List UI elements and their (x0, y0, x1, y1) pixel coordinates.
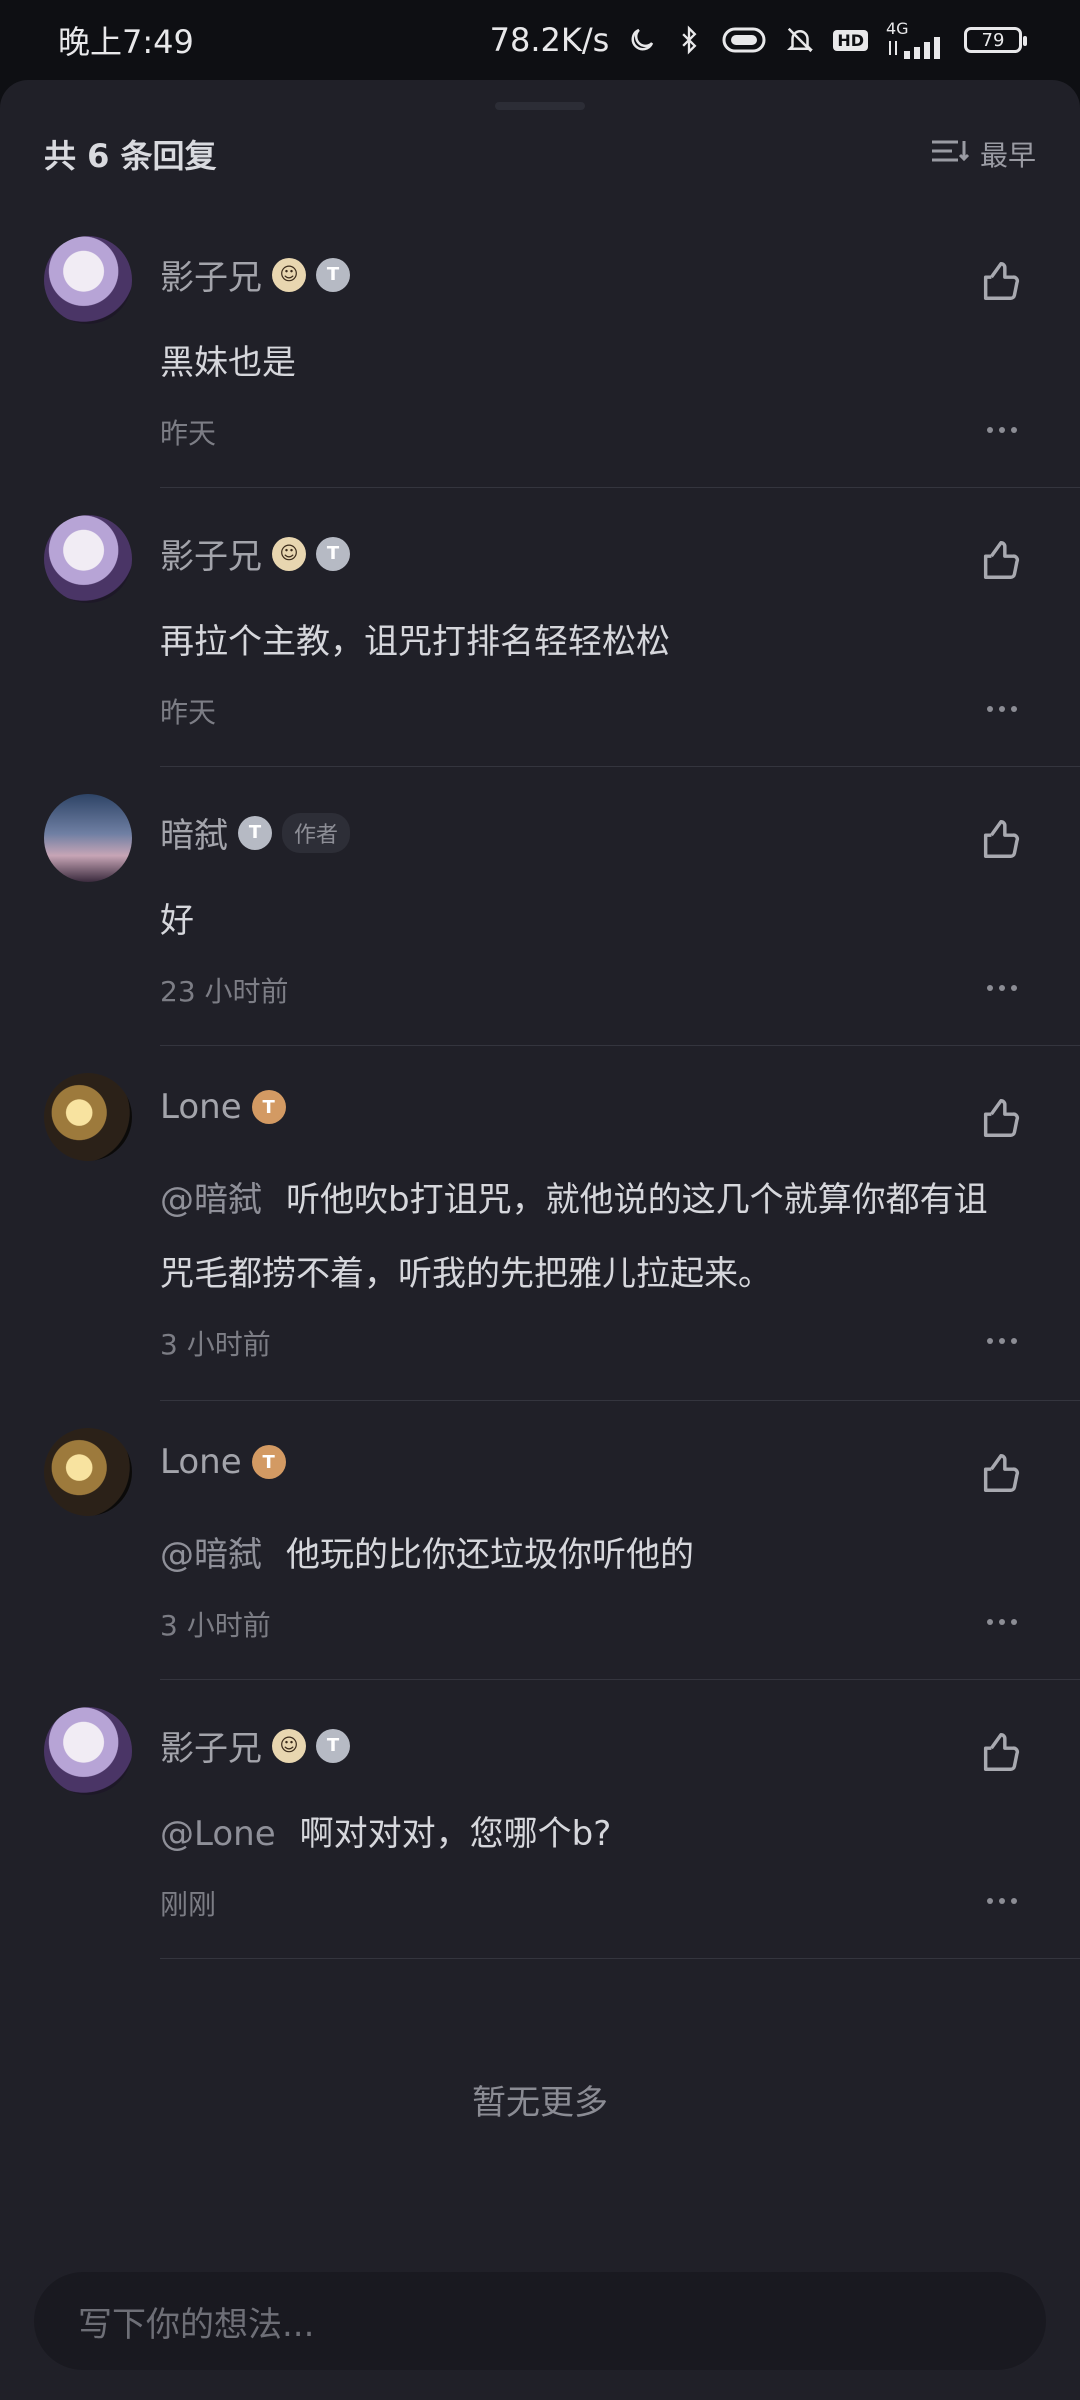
mention-link[interactable]: @Lone (160, 1814, 276, 1854)
comment-text: 再拉个主教，诅咒打排名轻轻松松 (160, 622, 670, 662)
sort-button[interactable]: 最早 (930, 134, 1036, 174)
level-badge-icon: T (316, 536, 350, 571)
comment-username[interactable]: 影子兄 ☺ T (160, 250, 350, 299)
like-icon[interactable] (978, 537, 1024, 583)
more-icon[interactable] (982, 1331, 1022, 1351)
avatar[interactable] (44, 794, 132, 882)
more-icon[interactable] (982, 1891, 1022, 1911)
username-label: 影子兄 (160, 258, 262, 298)
status-bar: 晚上7:49 78.2K/s HD 4G 79 (0, 0, 1080, 80)
comment-username[interactable]: Lone T (160, 1442, 286, 1482)
comment-text: @暗弑 听他吹b打诅咒，就他说的这几个就算你都有诅咒毛都捞不着，听我的先把雅儿拉起… (160, 1180, 988, 1294)
reply-count: 共 6 条回复 (44, 137, 217, 175)
divider (160, 1400, 1080, 1401)
hd-badge: HD (833, 29, 868, 51)
sort-label: 最早 (979, 139, 1036, 172)
comment-time: 23 小时前 (160, 975, 289, 1008)
like-icon[interactable] (978, 1450, 1024, 1496)
vibrate-icon (721, 26, 767, 54)
comment-time: 3 小时前 (160, 1328, 271, 1361)
bell-off-icon (785, 25, 815, 55)
avatar[interactable] (44, 236, 132, 324)
mascot-badge-icon: ☺ (272, 257, 306, 292)
like-icon[interactable] (978, 258, 1024, 304)
signal-label: 4G (886, 19, 909, 38)
level-badge-icon: T (316, 1728, 350, 1763)
comment-username[interactable]: 暗弑 T 作者 (160, 808, 351, 857)
status-time: 晚上7:49 (58, 23, 194, 61)
username-label: 影子兄 (160, 1729, 262, 1769)
comment-text: 好 (160, 901, 194, 941)
network-speed: 78.2K/s (489, 21, 610, 59)
comment-text: @Lone 啊对对对，您哪个b? (160, 1814, 612, 1854)
comment-time: 刚刚 (160, 1888, 217, 1921)
level-badge-icon: T (251, 1445, 286, 1479)
username-label: Lone (160, 1087, 242, 1127)
level-badge-icon: T (316, 257, 350, 292)
username-label: 影子兄 (160, 537, 262, 577)
divider (160, 1045, 1080, 1046)
level-badge-icon: T (251, 1090, 286, 1124)
more-icon[interactable] (982, 699, 1022, 719)
avatar[interactable] (44, 1428, 132, 1516)
more-icon[interactable] (982, 978, 1022, 998)
username-label: 暗弑 (160, 816, 228, 856)
mention-link[interactable]: @暗弑 (160, 1180, 262, 1220)
comment-text: 黑妹也是 (160, 343, 296, 383)
author-tag: 作者 (282, 812, 351, 853)
comment-input[interactable]: 写下你的想法... (34, 2272, 1046, 2370)
level-badge-icon: T (238, 815, 272, 850)
comment-username[interactable]: 影子兄 ☺ T (160, 529, 350, 578)
comment-time: 昨天 (160, 696, 217, 729)
avatar[interactable] (44, 515, 132, 603)
comment-time: 3 小时前 (160, 1609, 271, 1642)
more-icon[interactable] (982, 420, 1022, 440)
comment-time: 昨天 (160, 417, 217, 450)
input-placeholder: 写下你的想法... (78, 2304, 315, 2345)
divider (160, 1679, 1080, 1680)
signal-icon: 4G (886, 21, 946, 59)
drag-handle[interactable] (495, 102, 585, 110)
bluetooth-icon (675, 24, 703, 56)
comment-text: @暗弑 他玩的比你还垃圾你听他的 (160, 1535, 694, 1575)
divider (160, 487, 1080, 488)
like-icon[interactable] (978, 1095, 1024, 1141)
comment-username[interactable]: Lone T (160, 1087, 286, 1127)
more-icon[interactable] (982, 1612, 1022, 1632)
divider (160, 1958, 1080, 1959)
avatar[interactable] (44, 1707, 132, 1795)
divider (160, 766, 1080, 767)
moon-icon (627, 25, 657, 55)
replies-header: 共 6 条回复 最早 (44, 124, 1036, 184)
mention-link[interactable]: @暗弑 (160, 1535, 262, 1575)
like-icon[interactable] (978, 816, 1024, 862)
sort-icon (930, 137, 970, 172)
username-label: Lone (160, 1442, 242, 1482)
avatar[interactable] (44, 1073, 132, 1161)
battery-indicator: 79 (964, 27, 1027, 53)
mascot-badge-icon: ☺ (272, 536, 306, 571)
mascot-badge-icon: ☺ (272, 1728, 306, 1763)
no-more-text: 暂无更多 (472, 2083, 608, 2123)
like-icon[interactable] (978, 1729, 1024, 1775)
comment-username[interactable]: 影子兄 ☺ T (160, 1721, 350, 1770)
